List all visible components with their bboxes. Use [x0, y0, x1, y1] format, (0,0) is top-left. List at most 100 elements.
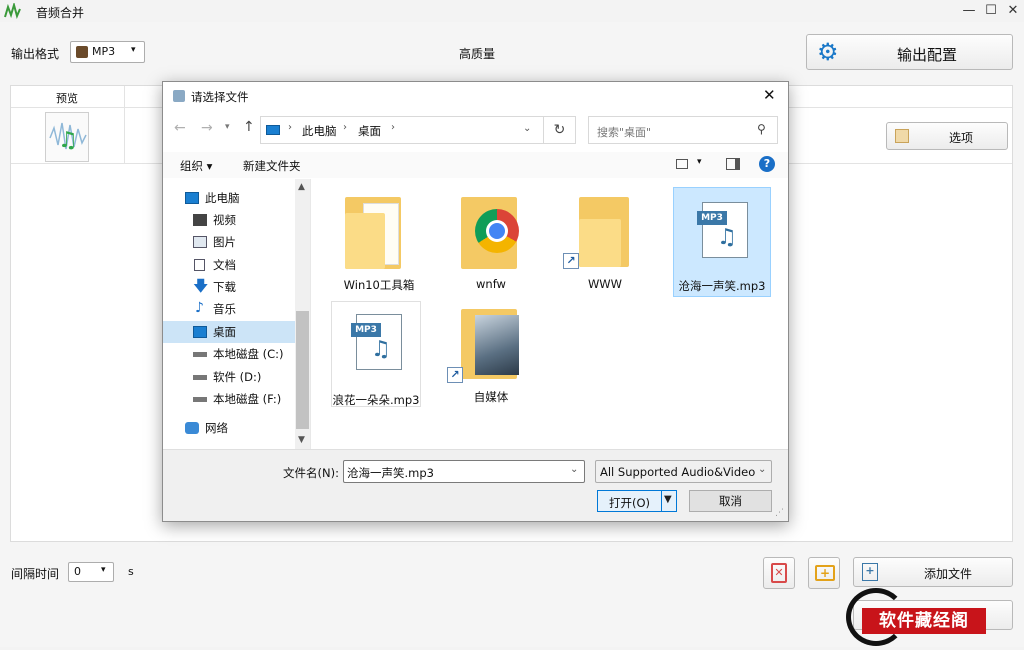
- refresh-button[interactable]: ↻: [544, 116, 576, 144]
- refresh-icon: ↻: [553, 122, 566, 138]
- add-folder-button[interactable]: +: [808, 557, 840, 589]
- close-icon[interactable]: ✕: [1002, 2, 1024, 20]
- app-titlebar: 音频合并 — ☐ ✕: [0, 0, 1024, 22]
- tree-item-network[interactable]: 网络: [163, 417, 295, 439]
- file-view: Win10工具箱 wnfw ↗ WWW MP3 ♫ 沧海一声笑.mp3 MP3 …: [313, 179, 788, 449]
- filename-input[interactable]: 沧海一声笑.mp3 ⌄: [343, 460, 585, 483]
- dialog-titlebar: 请选择文件 ✕: [163, 82, 788, 110]
- app-title: 音频合并: [36, 6, 85, 20]
- file-item-folder[interactable]: ↗ 自媒体: [445, 301, 537, 411]
- file-item-folder[interactable]: ↗ WWW: [559, 189, 651, 299]
- tree-item-label: 图片: [213, 235, 236, 249]
- remove-file-button[interactable]: ✕: [763, 557, 795, 589]
- network-icon: [185, 422, 199, 434]
- music-note-icon: ♫: [717, 225, 737, 250]
- address-bar[interactable]: › 此电脑 › 桌面 › ⌄: [260, 116, 544, 144]
- picture-icon: [193, 236, 207, 248]
- breadcrumb-sep: ›: [343, 122, 347, 133]
- output-config-button[interactable]: ⚙ 输出配置: [806, 34, 1013, 70]
- options-icon: [895, 129, 909, 143]
- file-name: 自媒体: [473, 390, 509, 404]
- chevron-down-icon: ⌄: [570, 464, 579, 475]
- breadcrumb-sep: ›: [391, 122, 395, 133]
- address-dropdown-icon[interactable]: ⌄: [523, 123, 531, 134]
- scroll-down-icon[interactable]: ▼: [298, 435, 305, 445]
- folder-front: [579, 219, 621, 267]
- file-name: Win10工具箱: [343, 278, 415, 292]
- remove-file-icon: ✕: [771, 563, 787, 583]
- scroll-up-icon[interactable]: ▲: [298, 182, 305, 192]
- breadcrumb-desktop[interactable]: 桌面: [358, 123, 381, 139]
- preview-pane-icon[interactable]: [726, 158, 740, 170]
- interval-select[interactable]: 0 ▾: [68, 562, 114, 582]
- svg-text:♫: ♫: [58, 128, 78, 153]
- file-name: 沧海一声笑.mp3: [678, 279, 766, 293]
- output-format-select[interactable]: MP3 ▾: [70, 41, 145, 63]
- maximize-icon[interactable]: ☐: [980, 2, 1002, 20]
- dialog-title: 请选择文件: [191, 90, 249, 104]
- tree-item-desktop[interactable]: 桌面: [163, 321, 295, 343]
- breadcrumb-this-pc[interactable]: 此电脑: [302, 123, 337, 139]
- tree-item-drive-d[interactable]: 软件 (D:): [163, 366, 295, 388]
- chevron-down-icon[interactable]: ▼: [664, 494, 672, 505]
- options-button[interactable]: 选项: [886, 122, 1008, 150]
- tree-item-documents[interactable]: 文档: [163, 254, 295, 276]
- file-item-mp3[interactable]: MP3 ♫ 浪花一朵朵.mp3: [331, 301, 421, 407]
- resize-grip-icon[interactable]: ⋰: [775, 508, 784, 518]
- chrome-dot: [489, 223, 505, 239]
- tree-item-music[interactable]: ♪ 音乐: [163, 298, 295, 320]
- help-icon[interactable]: ?: [759, 156, 775, 172]
- add-folder-icon: +: [815, 565, 835, 581]
- shortcut-arrow-icon: ↗: [447, 367, 463, 383]
- tree-item-this-pc[interactable]: 此电脑: [163, 187, 295, 209]
- music-icon: ♪: [195, 300, 204, 316]
- dialog-app-icon: [173, 90, 185, 102]
- tree-item-downloads[interactable]: 🡇 下载: [163, 276, 295, 298]
- desktop-icon: [193, 326, 207, 338]
- drive-icon: [193, 375, 207, 380]
- tree-item-label: 本地磁盘 (F:): [213, 392, 282, 406]
- tree-item-videos[interactable]: 视频: [163, 209, 295, 231]
- tree-item-label: 本地磁盘 (C:): [213, 347, 284, 361]
- mp3-tag: MP3: [697, 211, 727, 225]
- open-label: 打开(O): [609, 496, 651, 510]
- minimize-icon[interactable]: —: [958, 2, 980, 20]
- up-icon[interactable]: ↑: [243, 119, 255, 135]
- tree-item-drive-c[interactable]: 本地磁盘 (C:): [163, 343, 295, 365]
- view-chevron-icon[interactable]: ▾: [697, 157, 702, 167]
- search-placeholder: 搜索"桌面": [597, 126, 652, 139]
- new-folder-button[interactable]: 新建文件夹: [243, 158, 301, 174]
- video-icon: [193, 214, 207, 226]
- speaker-icon: [76, 46, 88, 58]
- recent-chevron-icon[interactable]: ▾: [225, 122, 230, 132]
- open-button[interactable]: 打开(O) ▼: [597, 490, 677, 512]
- tree-item-pictures[interactable]: 图片: [163, 231, 295, 253]
- cancel-button[interactable]: 取消: [689, 490, 772, 512]
- search-input[interactable]: 搜索"桌面" ⚲: [588, 116, 778, 144]
- file-item-folder[interactable]: Win10工具箱: [333, 189, 425, 299]
- gear-icon: ⚙: [817, 38, 839, 66]
- tree-item-label: 网络: [205, 421, 228, 435]
- tree-scrollbar[interactable]: ▲ ▼: [295, 179, 310, 449]
- scroll-thumb[interactable]: [296, 311, 309, 429]
- dialog-footer: 文件名(N): 沧海一声笑.mp3 ⌄ All Supported Audio&…: [163, 449, 788, 521]
- preview-column-header: 预览: [56, 92, 78, 105]
- file-item-mp3-selected[interactable]: MP3 ♫ 沧海一声笑.mp3: [673, 187, 771, 297]
- file-type-value: All Supported Audio&Video: [600, 465, 756, 479]
- drive-icon: [193, 352, 207, 357]
- chevron-down-icon: ▾: [101, 565, 106, 575]
- audio-thumbnail-icon: ♫: [45, 112, 89, 162]
- back-icon[interactable]: ←: [174, 120, 186, 136]
- drive-icon: [193, 397, 207, 402]
- organize-button[interactable]: 组织 ▾: [180, 158, 212, 174]
- app-logo-icon: [4, 1, 22, 20]
- tree-item-drive-f[interactable]: 本地磁盘 (F:): [163, 388, 295, 410]
- tree-item-label: 文档: [213, 258, 236, 272]
- file-type-select[interactable]: All Supported Audio&Video ⌄: [595, 460, 772, 483]
- dialog-close-icon[interactable]: ✕: [763, 86, 776, 104]
- search-icon: ⚲: [757, 122, 766, 136]
- watermark-text: 软件藏经阁: [862, 608, 986, 634]
- forward-icon[interactable]: →: [201, 120, 213, 136]
- file-item-folder[interactable]: wnfw: [445, 189, 537, 299]
- view-icon[interactable]: [676, 159, 688, 169]
